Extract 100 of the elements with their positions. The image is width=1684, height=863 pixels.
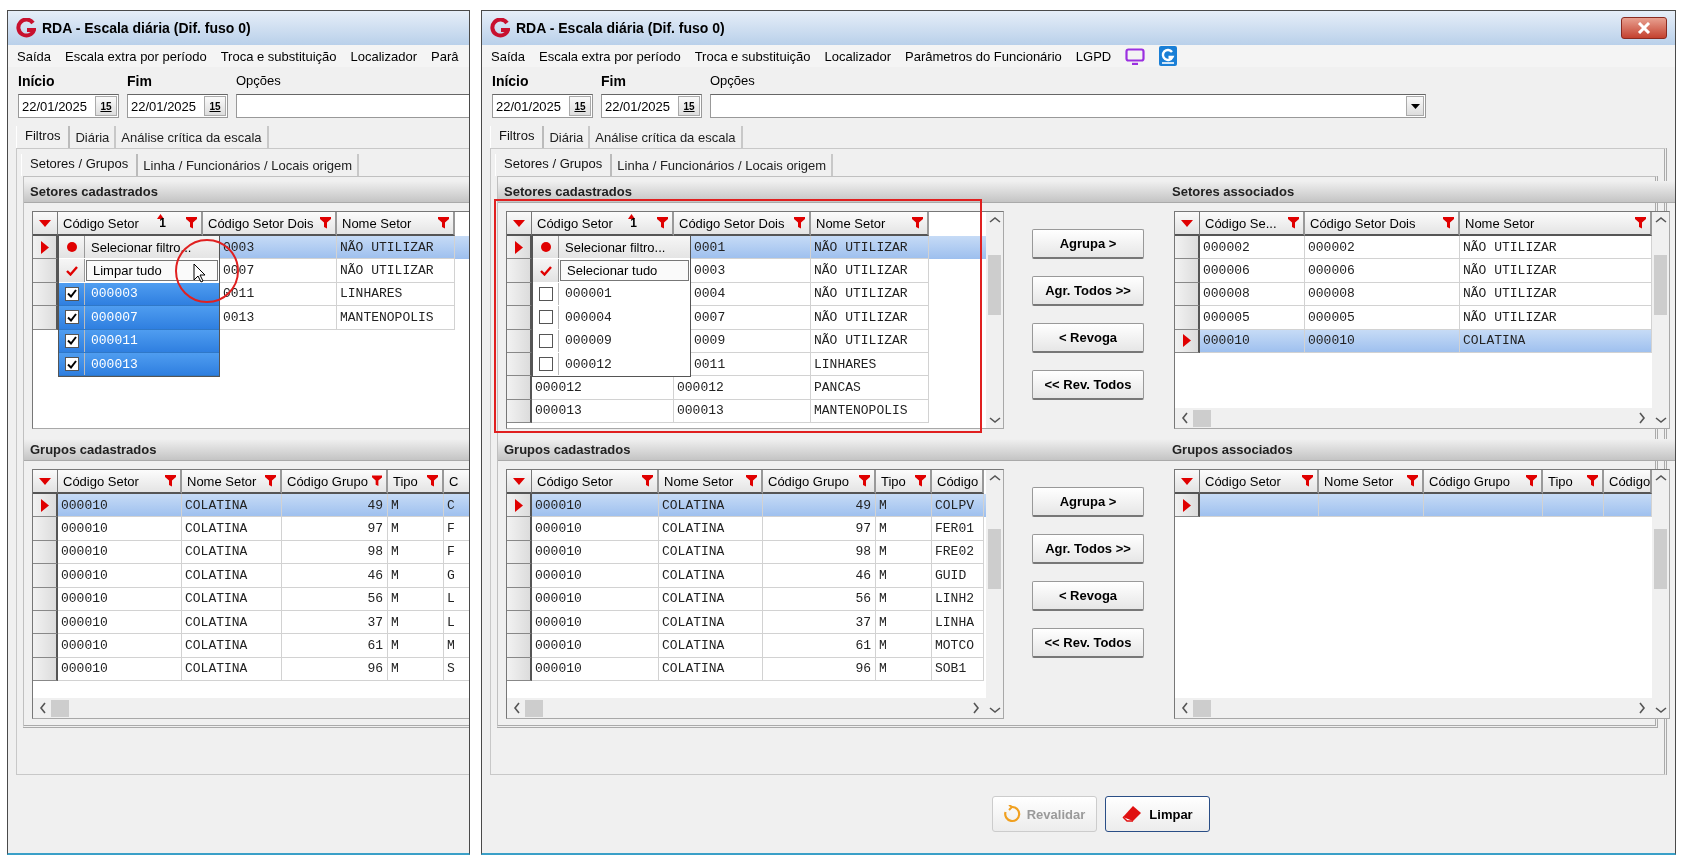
close-button[interactable]: [1621, 17, 1667, 39]
row-selector[interactable]: [507, 329, 532, 353]
filter-icon[interactable]: [1443, 217, 1454, 229]
scroll-left-icon[interactable]: [1181, 412, 1189, 424]
row-selector[interactable]: [507, 610, 532, 635]
scroll-thumb[interactable]: [1654, 255, 1667, 315]
row-selector[interactable]: [33, 540, 58, 565]
action-button[interactable]: Agrupa >: [1032, 487, 1144, 517]
menu-item[interactable]: Parâ: [425, 46, 465, 66]
filter-icon[interactable]: [657, 217, 668, 229]
checkbox[interactable]: [538, 357, 553, 372]
grid-row[interactable]: 000010 COLATINA 98 M FRE02: [507, 540, 986, 565]
filter-icon[interactable]: [265, 475, 276, 487]
column-header[interactable]: Nome Setor: [1319, 470, 1424, 494]
filter-icon[interactable]: [1526, 475, 1537, 487]
row-selector[interactable]: [507, 564, 532, 588]
row-selector[interactable]: [33, 306, 58, 330]
column-header[interactable]: Nome Setor: [811, 212, 929, 236]
tab[interactable]: Linha / Funcionários / Locais origem: [138, 154, 360, 176]
filter-icon[interactable]: [320, 217, 331, 229]
tab[interactable]: Setores / Grupos: [21, 154, 139, 176]
menu-option[interactable]: Limpar tudo: [86, 260, 218, 281]
row-selector[interactable]: [33, 587, 58, 611]
scroll-down-icon[interactable]: [1654, 706, 1667, 714]
menu-option[interactable]: Selecionar filtro...: [559, 236, 690, 259]
date-field[interactable]: 22/01/2025 15: [601, 94, 702, 118]
column-header[interactable]: Nome Setor: [659, 470, 763, 494]
row-selector[interactable]: [507, 634, 532, 658]
row-selector[interactable]: [507, 352, 532, 377]
row-selector[interactable]: [507, 540, 532, 565]
tab[interactable]: Diária: [544, 126, 591, 148]
action-button[interactable]: << Rev. Todos: [1032, 370, 1144, 400]
column-header[interactable]: Código Grupo: [763, 470, 876, 494]
scroll-thumb[interactable]: [51, 699, 69, 717]
column-menu-button[interactable]: [1175, 212, 1200, 236]
column-header[interactable]: Código Setor 1: [58, 212, 203, 236]
menu-item[interactable]: Saída: [485, 46, 531, 66]
column-header[interactable]: Nome Setor: [337, 212, 455, 236]
column-header[interactable]: Nome Setor: [182, 470, 282, 494]
filter-option[interactable]: 000001: [559, 282, 690, 306]
menu-option[interactable]: Selecionar tudo: [560, 260, 689, 281]
filter-icon[interactable]: [912, 217, 923, 229]
menu-item[interactable]: LGPD: [1069, 46, 1118, 66]
row-selector[interactable]: [507, 306, 532, 330]
row-selector[interactable]: [1175, 236, 1200, 260]
column-header[interactable]: Código Setor: [1200, 470, 1319, 494]
row-selector[interactable]: [1175, 306, 1200, 330]
column-header[interactable]: Código Setor: [58, 470, 182, 494]
grid-row[interactable]: 000010 COLATINA 97 M FER01: [507, 517, 986, 541]
row-selector[interactable]: [1175, 329, 1200, 353]
filter-icon[interactable]: [1407, 475, 1418, 487]
row-selector[interactable]: [507, 376, 532, 400]
scroll-thumb[interactable]: [1193, 699, 1211, 717]
row-selector[interactable]: [33, 634, 58, 658]
menu-item[interactable]: Saída: [11, 46, 57, 66]
action-button[interactable]: Agr. Todos >>: [1032, 534, 1144, 564]
column-menu-button[interactable]: [33, 212, 58, 236]
column-header[interactable]: Tipo: [876, 470, 932, 494]
filter-icon[interactable]: [859, 475, 870, 487]
clear-button[interactable]: Limpar: [1104, 796, 1210, 832]
action-button[interactable]: Agrupa >: [1032, 229, 1144, 259]
column-header[interactable]: Código Grupo: [282, 470, 388, 494]
row-selector[interactable]: [33, 657, 58, 682]
scroll-thumb[interactable]: [525, 699, 543, 717]
grid-row[interactable]: 000008 000008 NÃO UTILIZAR: [1175, 282, 1652, 307]
tab[interactable]: Filtros: [16, 126, 71, 148]
checkbox[interactable]: [64, 333, 79, 348]
checkbox[interactable]: [538, 286, 553, 301]
row-selector[interactable]: [33, 494, 58, 518]
row-selector[interactable]: [507, 657, 532, 682]
grid-row[interactable]: 000010 COLATINA 56 M LINH2: [507, 587, 986, 611]
scroll-thumb[interactable]: [1654, 529, 1667, 589]
menu-item[interactable]: Troca e substituição: [214, 46, 343, 66]
filter-icon[interactable]: [1635, 217, 1646, 229]
filter-icon[interactable]: [371, 475, 382, 487]
checkbox[interactable]: [538, 333, 553, 348]
grid-row[interactable]: 000010 COLATINA 61 M MOTCO: [507, 634, 986, 658]
action-button[interactable]: Agr. Todos >>: [1032, 276, 1144, 306]
tab[interactable]: Análise crítica da escala: [590, 126, 743, 148]
row-selector[interactable]: [33, 610, 58, 635]
column-menu-button[interactable]: [507, 470, 532, 494]
menu-item[interactable]: Localizador: [344, 46, 423, 66]
grid-row[interactable]: 000006 000006 NÃO UTILIZAR: [1175, 259, 1652, 283]
row-selector[interactable]: [1175, 494, 1200, 518]
tab[interactable]: Setores / Grupos: [495, 154, 613, 176]
filter-icon[interactable]: [794, 217, 805, 229]
scroll-down-icon[interactable]: [988, 706, 1001, 714]
checkbox[interactable]: [64, 357, 79, 372]
horizontal-scrollbar[interactable]: [33, 698, 469, 718]
menu-item[interactable]: Escala extra por período: [533, 46, 687, 66]
column-header[interactable]: Código Setor Dois: [203, 212, 337, 236]
filter-icon[interactable]: [1288, 217, 1299, 229]
scroll-up-icon[interactable]: [1654, 474, 1667, 482]
column-header[interactable]: Código: [1604, 470, 1652, 494]
checkbox[interactable]: [64, 286, 79, 301]
checkbox[interactable]: [538, 310, 553, 325]
action-button[interactable]: < Revoga: [1032, 323, 1144, 353]
vertical-scrollbar[interactable]: [986, 470, 1003, 718]
row-selector[interactable]: [507, 259, 532, 283]
scroll-up-icon[interactable]: [988, 474, 1001, 482]
